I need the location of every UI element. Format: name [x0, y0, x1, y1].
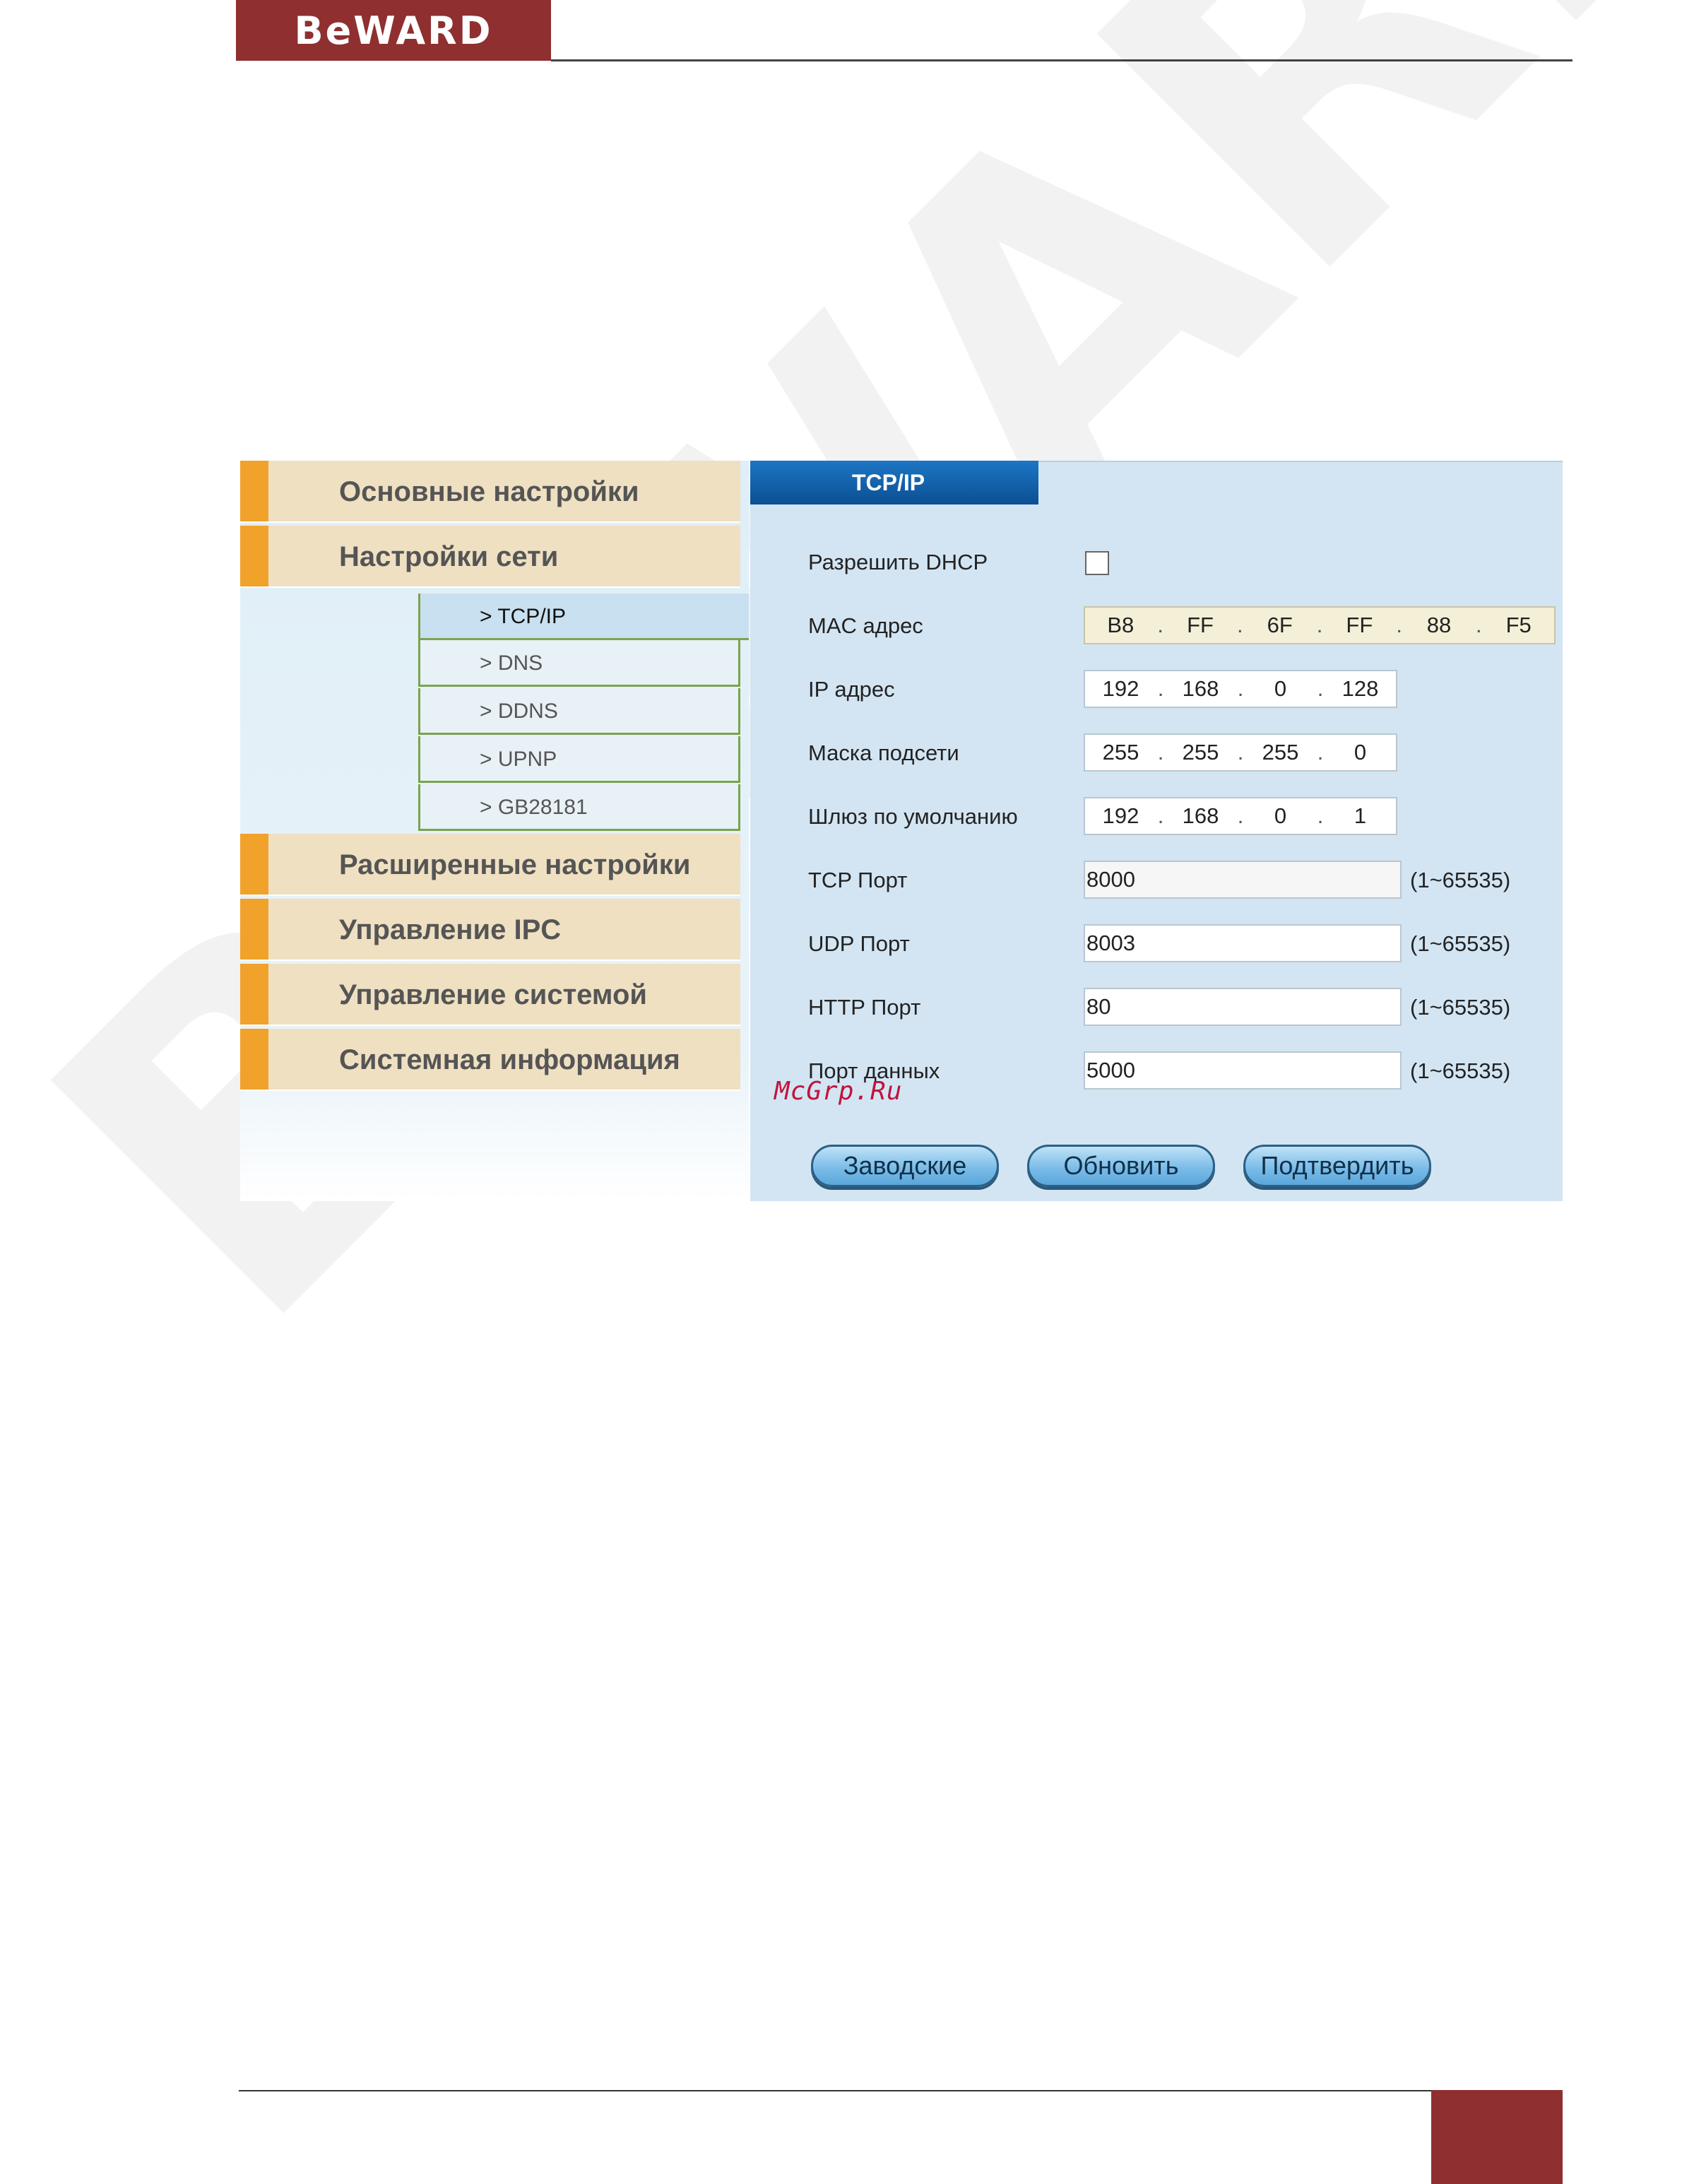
sidebar-item-basic-settings[interactable]: Основные настройки — [240, 461, 740, 523]
ip-octet-input[interactable]: 128 — [1325, 676, 1396, 702]
mac-octet: F5 — [1505, 613, 1532, 637]
header-rule — [551, 59, 1573, 61]
tab-divider — [1038, 461, 1563, 462]
http-port-label: HTTP Порт — [808, 995, 921, 1020]
sidebar-subitem-upnp[interactable]: > UPNP — [418, 736, 740, 783]
http-port-range: (1~65535) — [1410, 995, 1511, 1020]
sidebar-item-label: Управление системой — [339, 979, 647, 1010]
data-port-range: (1~65535) — [1410, 1058, 1511, 1083]
footer-rule — [239, 2090, 1431, 2091]
sidebar-item-label: Расширенные настройки — [339, 849, 691, 880]
ip-octet-input[interactable]: 168 — [1165, 676, 1236, 702]
gateway-field: 192. 168. 0. 1 — [1084, 797, 1397, 835]
tcp-port-label: TCP Порт — [808, 868, 908, 892]
dhcp-label: Разрешить DHCP — [808, 550, 988, 574]
menu-accent-bar — [240, 526, 268, 586]
brand-logo: BeWARD — [236, 0, 551, 61]
mask-octet-input[interactable]: 0 — [1325, 740, 1396, 765]
sidebar-item-label: Управление IPC — [339, 914, 562, 945]
mask-octet-input[interactable]: 255 — [1245, 740, 1316, 765]
tcp-port-range: (1~65535) — [1410, 868, 1511, 892]
sidebar-subitem-tcpip[interactable]: > TCP/IP — [418, 594, 749, 640]
mac-octet: FF — [1187, 613, 1214, 637]
gateway-octet-input[interactable]: 192 — [1085, 803, 1156, 829]
mask-label: Маска подсети — [808, 740, 959, 765]
refresh-button[interactable]: Обновить — [1027, 1145, 1215, 1187]
ip-octet-input[interactable]: 192 — [1085, 676, 1156, 702]
data-port-input[interactable]: 5000 — [1084, 1051, 1402, 1090]
gateway-octet-input[interactable]: 0 — [1245, 803, 1316, 829]
menu-accent-bar — [240, 834, 268, 895]
menu-accent-bar — [240, 964, 268, 1025]
sidebar-item-system-management[interactable]: Управление системой — [240, 964, 740, 1026]
mac-octet: 6F — [1267, 613, 1293, 637]
sidebar-subitem-dns[interactable]: > DNS — [418, 640, 740, 687]
sidebar: Основные настройки Настройки сети > TCP/… — [240, 461, 749, 1201]
http-port-input[interactable]: 80 — [1084, 988, 1402, 1026]
sidebar-subitem-gb28181[interactable]: > GB28181 — [418, 784, 740, 831]
sidebar-item-label: Настройки сети — [339, 541, 559, 572]
gateway-label: Шлюз по умолчанию — [808, 804, 1018, 829]
sidebar-item-system-info[interactable]: Системная информация — [240, 1029, 740, 1091]
menu-accent-bar — [240, 1029, 268, 1090]
mac-address-field: B8. FF. 6F. FF. 88. F5 — [1084, 606, 1556, 644]
gateway-octet-input[interactable]: 1 — [1325, 803, 1396, 829]
sidebar-item-advanced-settings[interactable]: Расширенные настройки — [240, 834, 740, 896]
dhcp-checkbox[interactable] — [1085, 551, 1109, 575]
sidebar-item-network-settings[interactable]: Настройки сети — [240, 526, 740, 588]
mac-label: MAC адрес — [808, 613, 923, 638]
site-watermark: McGrp.Ru — [774, 1077, 903, 1106]
sidebar-item-label: Системная информация — [339, 1044, 680, 1075]
confirm-button[interactable]: Подтвердить — [1243, 1145, 1431, 1187]
sidebar-item-ipc-management[interactable]: Управление IPC — [240, 899, 740, 961]
gateway-octet-input[interactable]: 168 — [1165, 803, 1236, 829]
ip-address-field: 192. 168. 0. 128 — [1084, 670, 1397, 708]
mac-octet: FF — [1346, 613, 1373, 637]
udp-port-range: (1~65535) — [1410, 931, 1511, 956]
tab-tcpip[interactable]: TCP/IP — [750, 461, 1038, 504]
menu-accent-bar — [240, 461, 268, 521]
ip-octet-input[interactable]: 0 — [1245, 676, 1316, 702]
udp-port-label: UDP Порт — [808, 931, 910, 956]
menu-accent-bar — [240, 899, 268, 960]
footer-page-box — [1431, 2090, 1563, 2184]
ip-label: IP адрес — [808, 677, 895, 702]
factory-defaults-button[interactable]: Заводские — [811, 1145, 999, 1187]
subnet-mask-field: 255. 255. 255. 0 — [1084, 733, 1397, 772]
mac-octet: 88 — [1426, 613, 1452, 637]
mac-octet: B8 — [1107, 613, 1135, 637]
sidebar-item-label: Основные настройки — [339, 476, 639, 507]
sidebar-subitem-ddns[interactable]: > DDNS — [418, 688, 740, 735]
udp-port-input[interactable]: 8003 — [1084, 924, 1402, 962]
tcp-port-input[interactable]: 8000 — [1084, 861, 1402, 899]
mask-octet-input[interactable]: 255 — [1085, 740, 1156, 765]
mask-octet-input[interactable]: 255 — [1165, 740, 1236, 765]
